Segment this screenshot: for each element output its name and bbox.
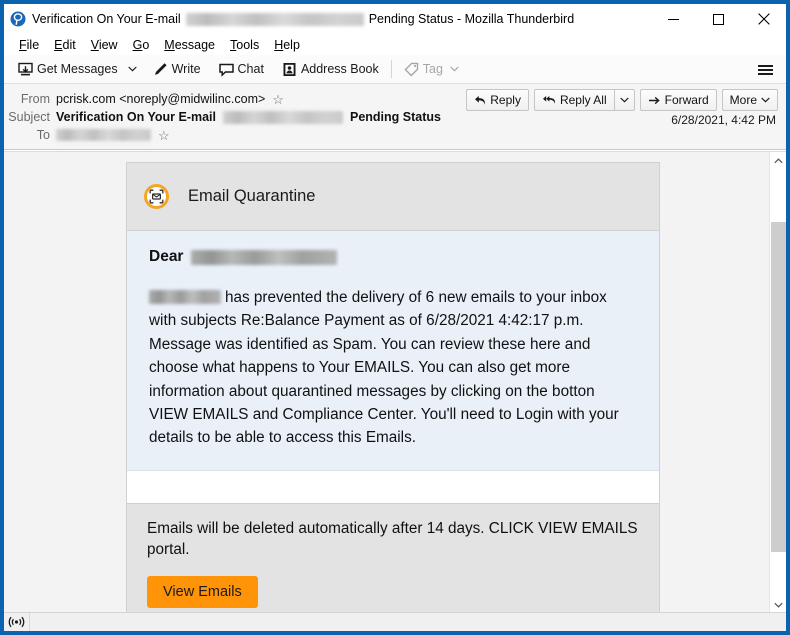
from-address: pcrisk.com <noreply@midwilinc.com> [56, 92, 266, 106]
quarantine-card: Email Quarantine Dear has prevented the … [126, 162, 660, 612]
window-controls [651, 4, 786, 34]
message-scroll-area: Email Quarantine Dear has prevented the … [4, 152, 769, 612]
quarantine-card-title: Email Quarantine [188, 187, 316, 205]
get-messages-label: Get Messages [37, 62, 118, 76]
address-book-label: Address Book [300, 62, 379, 76]
message-body-pane: Email Quarantine Dear has prevented the … [4, 151, 786, 612]
subject-label: Subject [8, 110, 50, 124]
sender-domain-redaction [149, 290, 221, 304]
tag-label: Tag [422, 62, 443, 76]
chat-bubble-icon [218, 62, 234, 77]
greeting-line: Dear [149, 248, 637, 266]
reply-all-group: Reply All [533, 89, 635, 111]
menu-item-go[interactable]: Go [126, 37, 158, 53]
window-title: Verification On Your E-mail Pending Stat… [32, 12, 574, 26]
chevron-up-icon [774, 157, 783, 163]
reply-label: Reply [490, 93, 521, 107]
tag-chevron-down-icon [450, 66, 459, 72]
vertical-scrollbar[interactable] [769, 152, 786, 612]
more-label: More [729, 93, 757, 107]
to-value[interactable]: ☆ [56, 129, 170, 142]
pencil-icon [153, 62, 168, 77]
window-title-prefix: Verification On Your E-mail [32, 12, 181, 26]
reply-button[interactable]: Reply [466, 89, 529, 111]
reply-icon [475, 95, 486, 105]
reply-all-icon [542, 95, 555, 104]
address-book-button[interactable]: Address Book [276, 60, 385, 79]
scrollbar-thumb[interactable] [771, 222, 786, 552]
subject-redaction [223, 110, 343, 124]
chat-label: Chat [237, 62, 264, 76]
forward-label: Forward [664, 93, 709, 107]
scroll-up-button[interactable] [770, 152, 786, 169]
menu-item-help[interactable]: Help [267, 37, 308, 53]
quarantine-body-text: has prevented the delivery of 6 new emai… [149, 286, 637, 450]
toolbar-separator [390, 60, 392, 78]
from-value[interactable]: pcrisk.com <noreply@midwilinc.com> ☆ [56, 92, 284, 106]
status-bar [4, 612, 786, 631]
menu-item-message[interactable]: Message [157, 37, 223, 53]
subject-value: Verification On Your E-mail Pending Stat… [56, 110, 441, 124]
message-header: From pcrisk.com <noreply@midwilinc.com> … [4, 84, 786, 150]
quarantine-card-header: Email Quarantine [127, 163, 659, 231]
maximize-button[interactable] [696, 4, 741, 34]
app-menu-button[interactable] [752, 55, 778, 84]
minimize-button[interactable] [651, 4, 696, 34]
quarantine-badge-icon [144, 184, 169, 209]
view-emails-button[interactable]: View Emails [147, 575, 258, 608]
to-label: To [36, 128, 50, 142]
broadcast-icon [4, 613, 30, 631]
body-text: has prevented the delivery of 6 new emai… [149, 289, 619, 447]
subject-after: Pending Status [350, 110, 441, 124]
get-messages-button[interactable]: Get Messages [12, 60, 124, 79]
title-bar[interactable]: Verification On Your E-mail Pending Stat… [4, 4, 786, 34]
greeting-label: Dear [149, 248, 184, 265]
window-inner: Verification On Your E-mail Pending Stat… [4, 4, 786, 631]
to-row: To ☆ [4, 126, 786, 144]
reply-all-label: Reply All [559, 93, 607, 107]
get-messages-dropdown[interactable] [124, 64, 141, 74]
chevron-down-icon [619, 97, 629, 103]
subject-before: Verification On Your E-mail [56, 110, 216, 124]
thunderbird-window: Verification On Your E-mail Pending Stat… [0, 0, 790, 635]
main-toolbar: Get Messages Write Chat Address Book Tag [4, 55, 786, 84]
to-star-icon[interactable]: ☆ [158, 129, 170, 142]
chat-button[interactable]: Chat [213, 60, 270, 79]
quarantine-card-body: Dear has prevented the delivery of 6 new… [127, 231, 659, 470]
menu-item-view[interactable]: View [84, 37, 126, 53]
forward-button[interactable]: Forward [639, 89, 717, 111]
chevron-down-icon [761, 97, 770, 103]
write-button[interactable]: Write [147, 60, 207, 79]
more-button[interactable]: More [721, 89, 778, 111]
write-label: Write [171, 62, 201, 76]
quarantine-card-footer: Emails will be deleted automatically aft… [127, 502, 659, 612]
address-book-icon [282, 62, 297, 77]
reply-all-button[interactable]: Reply All [533, 89, 615, 111]
scroll-down-button[interactable] [770, 596, 786, 612]
message-actions: Reply Reply All Forward More [466, 89, 778, 111]
from-label: From [20, 92, 50, 106]
window-title-redaction [185, 12, 364, 26]
card-spacer [127, 469, 659, 503]
message-date: 6/28/2021, 4:42 PM [671, 113, 776, 127]
greeting-redaction [191, 249, 338, 265]
close-button[interactable] [741, 4, 786, 34]
hamburger-icon [757, 63, 773, 77]
reply-all-dropdown[interactable] [614, 89, 635, 111]
tag-icon [404, 62, 419, 77]
to-redaction [56, 129, 151, 141]
chevron-down-icon [774, 602, 783, 608]
from-star-icon[interactable]: ☆ [272, 93, 284, 106]
tag-button[interactable]: Tag [398, 60, 465, 79]
footer-text: Emails will be deleted automatically aft… [147, 519, 638, 558]
menu-bar: File Edit View Go Message Tools Help [4, 34, 786, 55]
thunderbird-icon [10, 11, 26, 27]
forward-icon [648, 96, 660, 104]
menu-item-tools[interactable]: Tools [223, 37, 267, 53]
get-messages-icon [18, 62, 33, 77]
menu-item-edit[interactable]: Edit [47, 37, 84, 53]
window-title-suffix: Pending Status - Mozilla Thunderbird [368, 12, 575, 26]
menu-item-file[interactable]: File [12, 37, 47, 53]
scrollbar-track[interactable] [770, 169, 786, 596]
